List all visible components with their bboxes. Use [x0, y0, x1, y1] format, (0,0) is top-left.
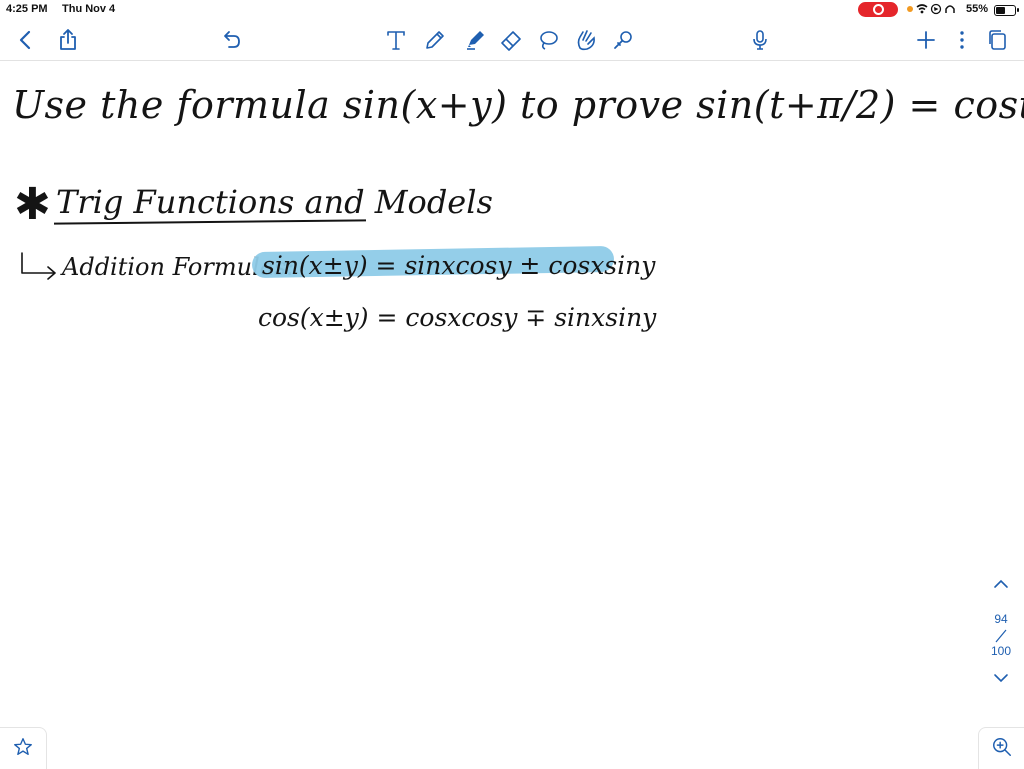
mic-in-use-dot: [907, 6, 913, 12]
handwritten-formula-cos: cos(x±y) = cosxcosy ∓ sinxsiny: [258, 303, 657, 332]
page-separator: [995, 629, 1007, 643]
handwritten-formula-sin: sin(x±y) = sinxcosy ± cosxsiny: [262, 251, 656, 280]
zoom-in-icon: [993, 738, 1011, 756]
favorite-button[interactable]: [0, 727, 47, 769]
asterisk-bullet-icon: ✱: [14, 179, 51, 230]
eraser-icon[interactable]: [497, 26, 525, 54]
pages-icon[interactable]: [984, 26, 1012, 54]
lasso-icon[interactable]: [534, 26, 562, 54]
battery-icon: [994, 5, 1019, 16]
screen-recording-indicator[interactable]: [858, 2, 898, 17]
zoom-button[interactable]: [978, 727, 1024, 769]
pen-icon[interactable]: [421, 26, 449, 54]
current-page: 94: [994, 612, 1008, 626]
status-date: Thu Nov 4: [62, 3, 116, 15]
status-time: 4:25 PM: [6, 3, 48, 15]
handwritten-heading: Trig Functions and Models: [56, 183, 493, 221]
back-icon[interactable]: [12, 26, 40, 54]
star-icon: [14, 738, 32, 756]
page-down-icon[interactable]: [993, 672, 1009, 684]
add-page-icon[interactable]: [912, 26, 940, 54]
sub-arrow-icon: [21, 252, 56, 280]
microphone-icon[interactable]: [746, 26, 774, 54]
note-page[interactable]: Use the formula sin(x+y) to prove sin(t+…: [0, 61, 1024, 768]
text-tool-icon[interactable]: [382, 26, 410, 54]
shapes-icon[interactable]: [572, 26, 600, 54]
battery-percent: 55%: [966, 3, 989, 15]
highlighter-icon[interactable]: [461, 26, 489, 54]
total-pages: 100: [990, 644, 1012, 658]
toolbar: [0, 20, 1024, 60]
wifi-icon: [916, 3, 962, 18]
more-icon[interactable]: [948, 26, 976, 54]
share-icon[interactable]: [54, 26, 82, 54]
page-up-icon[interactable]: [993, 578, 1009, 590]
laser-pointer-icon[interactable]: [609, 26, 637, 54]
handwritten-problem: Use the formula sin(x+y) to prove sin(t+…: [12, 83, 1024, 127]
status-bar: 4:25 PM Thu Nov 4 55%: [0, 0, 1024, 20]
undo-icon[interactable]: [218, 26, 246, 54]
